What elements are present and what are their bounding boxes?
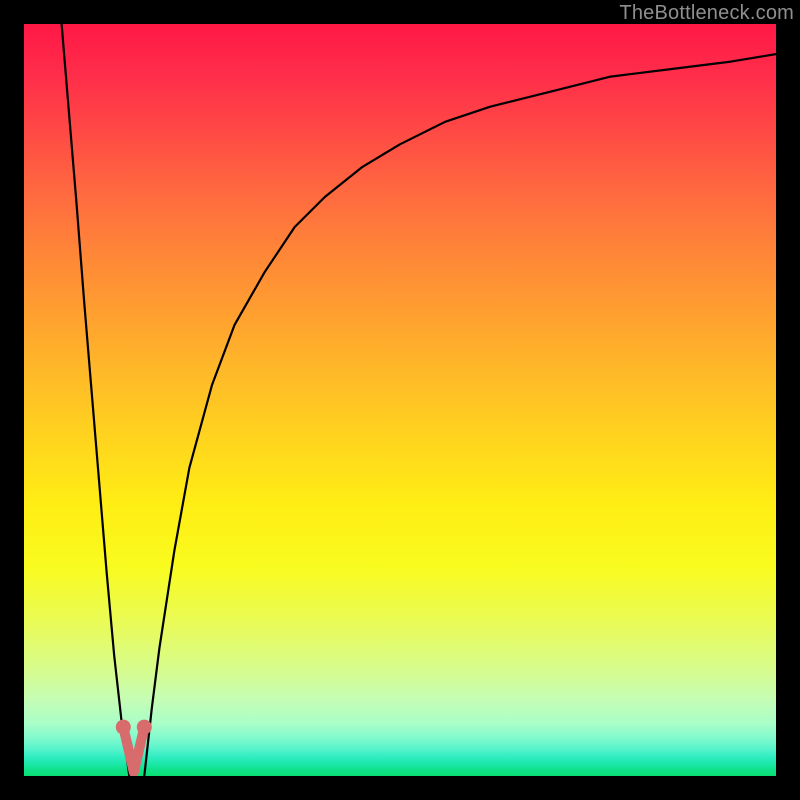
curve-left-branch <box>62 24 130 776</box>
chart-frame: TheBottleneck.com <box>0 0 800 800</box>
valley-dot-right <box>137 720 152 735</box>
valley-dot-left <box>116 720 131 735</box>
curve-layer <box>24 24 776 776</box>
watermark-text: TheBottleneck.com <box>619 2 794 25</box>
curve-right-branch <box>144 54 776 776</box>
plot-area <box>24 24 776 776</box>
